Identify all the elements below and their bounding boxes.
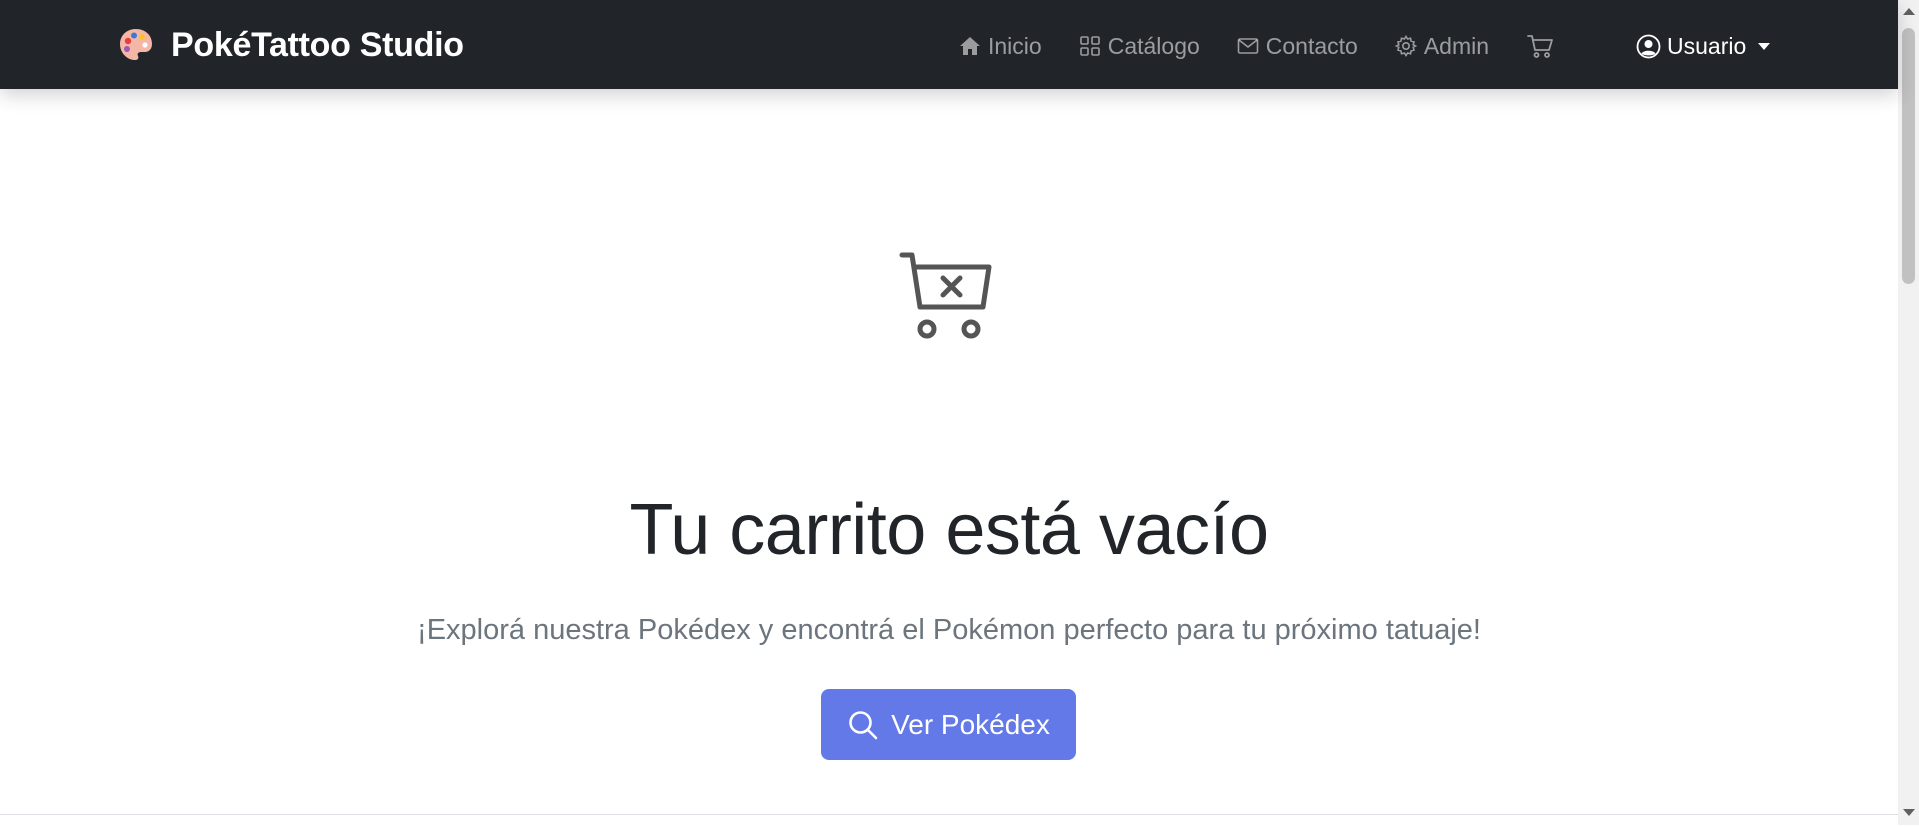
page-bottom-divider (0, 814, 1898, 826)
user-dropdown[interactable]: Usuario (1636, 26, 1771, 66)
chevron-down-icon (1758, 42, 1771, 50)
nav-item-contacto[interactable]: Contacto (1236, 33, 1358, 60)
nav-item-admin[interactable]: Admin (1394, 33, 1489, 60)
gear-icon (1394, 35, 1418, 57)
palette-icon (120, 29, 152, 60)
top-navbar: PokéTattoo Studio Inicio Catálogo Contac… (0, 0, 1898, 89)
user-label: Usuario (1667, 32, 1747, 59)
button-label: Ver Pokédex (891, 708, 1050, 740)
search-icon (849, 710, 878, 739)
nav-cart-link[interactable] (1525, 31, 1555, 61)
nav-item-label: Inicio (988, 32, 1042, 59)
envelope-icon (1237, 38, 1259, 54)
empty-cart-subtitle: ¡Explorá nuestra Pokédex y encontrá el P… (417, 614, 1481, 646)
empty-cart-title: Tu carrito está vacío (629, 490, 1269, 570)
cart-empty-state: Tu carrito está vacío ¡Explorá nuestra P… (0, 89, 1898, 814)
brand-logo[interactable]: PokéTattoo Studio (117, 22, 464, 68)
user-circle-icon (1636, 34, 1661, 58)
view-pokedex-button[interactable]: Ver Pokédex (821, 689, 1076, 760)
scroll-up-arrow-icon[interactable] (1903, 8, 1915, 15)
nav-item-label: Catálogo (1107, 32, 1200, 59)
scroll-down-arrow-icon[interactable] (1903, 809, 1915, 816)
cart-x-icon (899, 252, 992, 339)
grid-icon (1079, 36, 1100, 56)
nav-item-inicio[interactable]: Inicio (958, 33, 1042, 60)
nav-item-label: Admin (1423, 32, 1490, 59)
nav-links: Inicio Catálogo Contacto Admin (958, 26, 1555, 66)
cart-icon (1527, 35, 1553, 58)
house-icon (960, 37, 980, 55)
nav-item-label: Contacto (1265, 32, 1358, 59)
nav-item-catalogo[interactable]: Catálogo (1078, 33, 1200, 60)
brand-name: PokéTattoo Studio (171, 25, 464, 64)
scrollbar-thumb[interactable] (1902, 28, 1915, 284)
